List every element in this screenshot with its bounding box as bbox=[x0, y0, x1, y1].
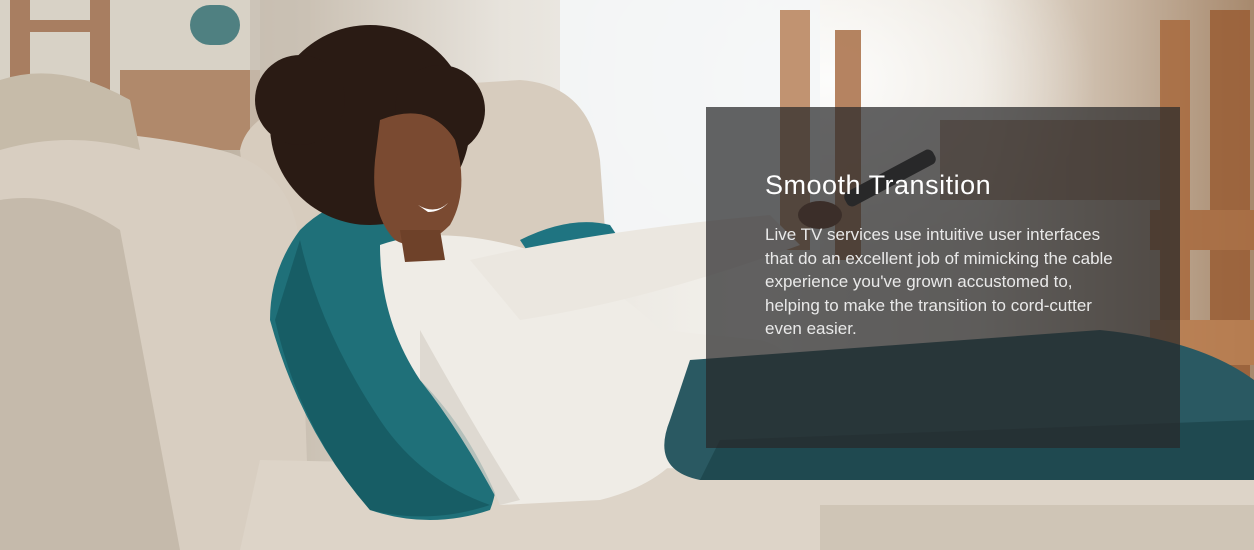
overlay-title: Smooth Transition bbox=[765, 170, 992, 200]
info-overlay-panel: Smooth Transition Live TV services use i… bbox=[706, 107, 1180, 448]
plant bbox=[190, 5, 240, 45]
couch-seat-front bbox=[820, 505, 1254, 550]
face bbox=[374, 113, 462, 245]
neck bbox=[400, 230, 445, 262]
hero-banner: Smooth Transition Live TV services use i… bbox=[0, 0, 1254, 550]
hair-extra bbox=[255, 55, 345, 145]
overlay-body: Live TV services use intuitive user inte… bbox=[765, 225, 1113, 338]
